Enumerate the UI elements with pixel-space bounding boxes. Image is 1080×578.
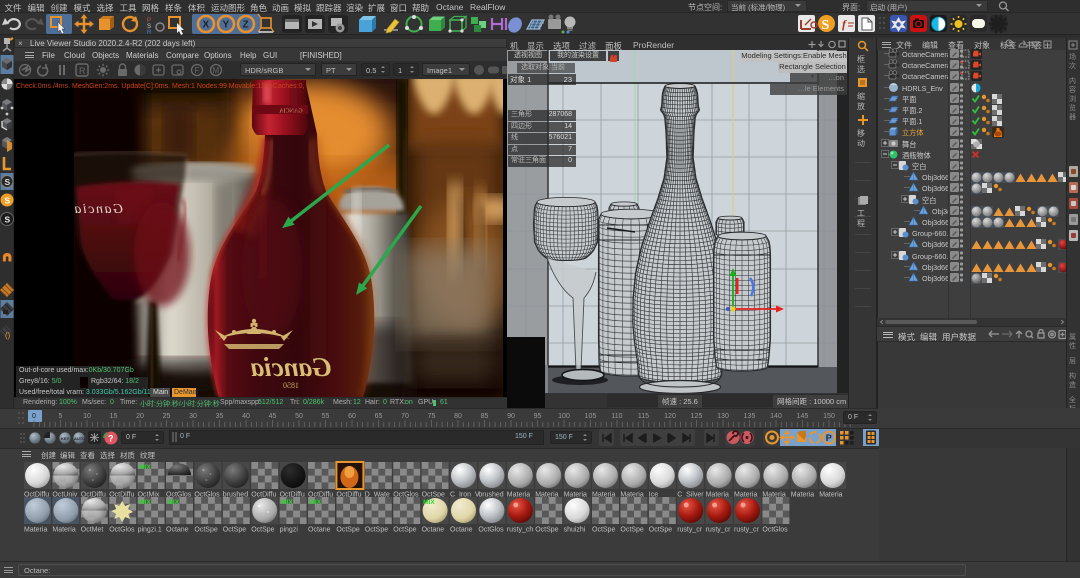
svg-text:MIX: MIX — [281, 499, 293, 506]
svg-text:OctGlos: OctGlos — [762, 527, 788, 534]
svg-text:Octane: Octane — [422, 527, 445, 534]
svg-text:MIX: MIX — [139, 464, 151, 471]
svg-text:Materia: Materia — [791, 492, 814, 499]
svg-text:OctSpe: OctSpe — [194, 527, 217, 534]
svg-text:R: R — [79, 66, 86, 76]
svg-text:OctSpe: OctSpe — [251, 527, 274, 534]
svg-text:0: 0 — [32, 413, 36, 420]
svg-text:90: 90 — [507, 413, 515, 420]
svg-text:80: 80 — [454, 413, 462, 420]
svg-text:115: 115 — [638, 413, 649, 420]
svg-text:OctSpe: OctSpe — [393, 527, 416, 534]
svg-text:S: S — [5, 177, 11, 187]
svg-text:145: 145 — [797, 413, 809, 420]
svg-text:MIX: MIX — [423, 499, 435, 506]
svg-text:105: 105 — [585, 413, 597, 420]
svg-text:Octane: Octane — [308, 527, 331, 534]
svg-text:Octane: Octane — [450, 527, 473, 534]
svg-text:OctSpe: OctSpe — [223, 527, 246, 534]
svg-text:70: 70 — [401, 413, 409, 420]
svg-text:Gancia: Gancia — [251, 352, 332, 382]
svg-text:Materia: Materia — [24, 527, 47, 534]
svg-text:140: 140 — [770, 413, 782, 420]
svg-text:OctSpe: OctSpe — [649, 527, 672, 534]
svg-text:OctGlos: OctGlos — [478, 527, 504, 534]
svg-text:OctSpe: OctSpe — [365, 527, 388, 534]
svg-text:15: 15 — [110, 413, 118, 420]
svg-text:110: 110 — [611, 413, 622, 420]
svg-text:S: S — [5, 215, 11, 225]
svg-text:45: 45 — [269, 413, 277, 420]
svg-text:P: P — [826, 433, 832, 443]
svg-text:Y: Y — [223, 20, 230, 31]
svg-text:135: 135 — [744, 413, 756, 420]
svg-text:rusty_cr: rusty_cr — [706, 527, 732, 534]
svg-text:Octane: Octane — [166, 527, 189, 534]
svg-text:rusty_cr: rusty_cr — [734, 527, 760, 534]
svg-text:M: M — [213, 66, 220, 75]
svg-text:95: 95 — [534, 413, 542, 420]
svg-text:shuizhi: shuizhi — [564, 527, 586, 534]
svg-text:rusty_cr: rusty_cr — [677, 527, 703, 534]
svg-text:OctSpe: OctSpe — [336, 527, 359, 534]
svg-text:S: S — [822, 18, 830, 33]
svg-text:125: 125 — [691, 413, 703, 420]
svg-text:120: 120 — [664, 413, 676, 420]
svg-text:50: 50 — [295, 413, 303, 420]
svg-text:65: 65 — [375, 413, 383, 420]
svg-text:pingzi: pingzi — [280, 527, 299, 534]
svg-text:Z: Z — [243, 20, 249, 31]
svg-text:100: 100 — [558, 413, 570, 420]
svg-text:35: 35 — [216, 413, 224, 420]
svg-text:5: 5 — [59, 413, 63, 420]
svg-text:OctGlos: OctGlos — [109, 527, 135, 534]
svg-text:20: 20 — [136, 413, 144, 420]
svg-text:25: 25 — [163, 413, 171, 420]
svg-text:GANCIA: GANCIA — [279, 109, 303, 115]
svg-text:30: 30 — [189, 413, 197, 420]
svg-text:150: 150 — [823, 413, 835, 420]
svg-text:F: F — [195, 66, 200, 75]
svg-text:1850: 1850 — [283, 381, 299, 390]
svg-text:MIX: MIX — [310, 499, 322, 506]
svg-text:Gancia: Gancia — [73, 202, 123, 217]
svg-text:OctMet: OctMet — [81, 527, 104, 534]
svg-text:MIX: MIX — [168, 499, 180, 506]
svg-text:S: S — [5, 196, 11, 206]
svg-text:40: 40 — [242, 413, 250, 420]
svg-text:Materia: Materia — [52, 527, 75, 534]
svg-text:60: 60 — [348, 413, 356, 420]
svg-text:130: 130 — [717, 413, 729, 420]
svg-text:85: 85 — [481, 413, 489, 420]
svg-text:OctSpe: OctSpe — [620, 527, 643, 534]
svg-text:pingzi.1: pingzi.1 — [138, 527, 162, 534]
svg-text:rusty_ch: rusty_ch — [507, 527, 534, 534]
svg-text:Materia: Materia — [819, 492, 842, 499]
svg-text:10: 10 — [83, 413, 91, 420]
svg-text:R: R — [147, 30, 152, 35]
svg-text:55: 55 — [322, 413, 330, 420]
svg-text:OctSpe: OctSpe — [592, 527, 615, 534]
svg-text:MIX: MIX — [139, 499, 151, 506]
svg-text:(): () — [5, 331, 11, 340]
svg-text:X: X — [203, 20, 210, 31]
svg-text:OctSpe: OctSpe — [535, 527, 558, 534]
svg-text:75: 75 — [428, 413, 436, 420]
